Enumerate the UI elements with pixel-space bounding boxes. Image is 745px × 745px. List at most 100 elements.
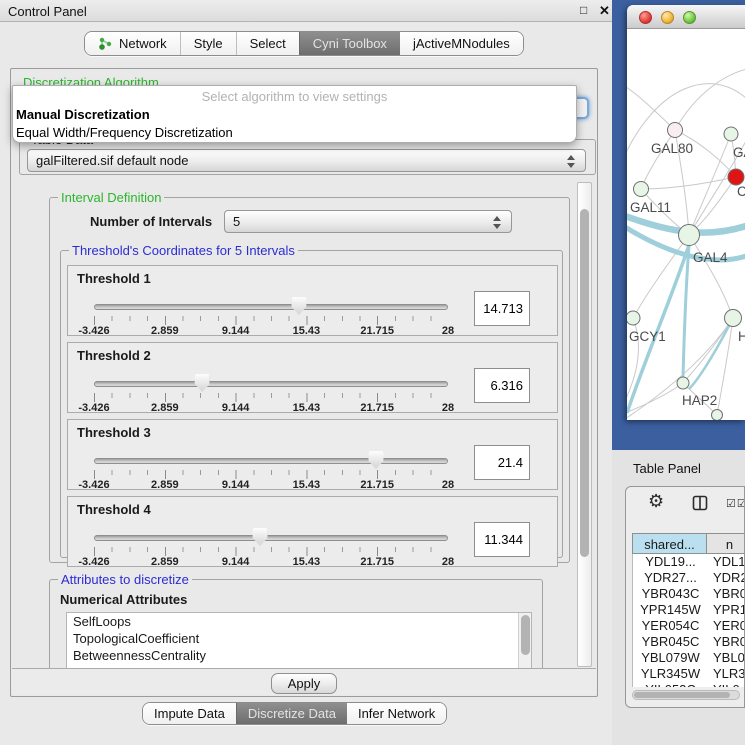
settings-vertical-scrollbar[interactable] bbox=[577, 182, 592, 667]
tab-impute-data[interactable]: Impute Data bbox=[143, 703, 236, 724]
tab-style[interactable]: Style bbox=[180, 32, 236, 55]
column-header-name[interactable]: n bbox=[707, 533, 745, 554]
tab-jactivemnodules[interactable]: jActiveMNodules bbox=[400, 32, 523, 55]
algorithm-option-equal-width[interactable]: Equal Width/Frequency Discretization bbox=[13, 124, 576, 142]
number-of-intervals-combobox[interactable]: 5 bbox=[224, 210, 512, 233]
algorithm-option-manual[interactable]: Manual Discretization bbox=[13, 106, 576, 124]
threshold-4-slider[interactable]: -3.426 2.859 9.144 15.43 21.715 28 bbox=[90, 523, 452, 567]
close-traffic-light[interactable] bbox=[639, 11, 652, 24]
svg-text:C: C bbox=[737, 184, 745, 199]
node-gal11[interactable] bbox=[634, 182, 649, 197]
slider-scale: -3.426 2.859 9.144 15.43 21.715 28 bbox=[94, 316, 448, 336]
apply-row: Apply bbox=[12, 668, 596, 695]
slider-thumb[interactable] bbox=[253, 528, 268, 546]
slider-scale: -3.426 2.859 9.144 15.43 21.715 28 bbox=[94, 393, 448, 413]
slider-track[interactable] bbox=[94, 304, 448, 310]
control-panel-tabs: Network Style Select Cyni Toolbox jActiv… bbox=[84, 31, 524, 56]
svg-text:GAL4: GAL4 bbox=[693, 250, 728, 265]
table-row[interactable]: YBR045CYBR0 bbox=[633, 634, 745, 650]
threshold-1-card: Threshold 1 -3.426 2.859 9.144 15.43 21.… bbox=[67, 265, 558, 336]
close-icon[interactable]: ✕ bbox=[599, 3, 613, 18]
discretization-algorithm-box: Discretization Algorithm Table Data galF… bbox=[10, 68, 598, 697]
apply-button[interactable]: Apply bbox=[271, 673, 337, 694]
checkbox-filter-icons[interactable]: ☑☑ bbox=[726, 497, 745, 510]
table-row[interactable]: YDL19...YDL1 bbox=[633, 554, 745, 570]
table-header: shared... n bbox=[632, 533, 745, 554]
list-scrollbar[interactable] bbox=[518, 613, 531, 668]
threshold-2-value-field[interactable]: 6.316 bbox=[474, 368, 530, 403]
threshold-1-slider[interactable]: -3.426 2.859 9.144 15.43 21.715 28 bbox=[90, 292, 452, 336]
algorithm-dropdown-popup: Select algorithm to view settings Manual… bbox=[12, 85, 577, 143]
scrollbar-thumb[interactable] bbox=[634, 692, 730, 698]
threshold-2-card: Threshold 2 -3.426 2.859 9.144 15.43 21.… bbox=[67, 342, 558, 413]
minimize-traffic-light[interactable] bbox=[661, 11, 674, 24]
thresholds-title: Threshold's Coordinates for 5 Intervals bbox=[69, 243, 298, 258]
slider-thumb[interactable] bbox=[291, 297, 306, 315]
threshold-4-value-field[interactable]: 11.344 bbox=[474, 522, 530, 557]
svg-text:HAP2: HAP2 bbox=[682, 393, 717, 408]
attributes-group: Attributes to discretize Numerical Attri… bbox=[49, 579, 543, 668]
threshold-4-card: Threshold 4 -3.426 2.859 9.144 15.43 21.… bbox=[67, 496, 558, 567]
threshold-3-slider[interactable]: -3.426 2.859 9.144 15.43 21.715 28 bbox=[90, 446, 452, 490]
table-row[interactable]: YPR145WYPR1 bbox=[633, 602, 745, 618]
table-row[interactable]: YIL052CYIL0 bbox=[633, 682, 745, 687]
table-panel: Table Panel ⚙ ☑☑ shared... n YDL19...YDL… bbox=[612, 450, 745, 745]
table-data-value: galFiltered.sif default node bbox=[36, 153, 188, 168]
node-selected-red[interactable] bbox=[728, 169, 744, 185]
tab-cyni-toolbox[interactable]: Cyni Toolbox bbox=[299, 32, 400, 55]
slider-scale: -3.426 2.859 9.144 15.43 21.715 28 bbox=[94, 470, 448, 490]
list-item[interactable]: SelfLoops bbox=[67, 613, 531, 630]
svg-text:GAL11: GAL11 bbox=[630, 200, 671, 215]
scrollbar-thumb[interactable] bbox=[580, 209, 589, 557]
node-gal80[interactable] bbox=[668, 123, 683, 138]
panel-title: Control Panel bbox=[8, 4, 87, 19]
network-graph-icon bbox=[98, 36, 113, 51]
table-row[interactable]: YER054CYER0 bbox=[633, 618, 745, 634]
network-canvas[interactable]: GAL80 GA C GAL11 GAL4 GCY1 H HAP2 bbox=[627, 29, 745, 420]
settings-scroll-area: Interval Definition Number of Intervals … bbox=[15, 181, 571, 668]
table-data-group: Table Data galFiltered.sif default node bbox=[19, 139, 596, 175]
number-of-intervals-label: Number of Intervals bbox=[90, 214, 212, 229]
list-item[interactable]: BetweennessCentrality bbox=[67, 647, 531, 664]
slider-track[interactable] bbox=[94, 458, 448, 464]
tab-discretize-data[interactable]: Discretize Data bbox=[236, 703, 347, 724]
list-item[interactable]: TopologicalCoefficient bbox=[67, 630, 531, 647]
slider-track[interactable] bbox=[94, 535, 448, 541]
table-row[interactable]: YBR043CYBR0 bbox=[633, 586, 745, 602]
network-graph: GAL80 GA C GAL11 GAL4 GCY1 H HAP2 bbox=[627, 29, 745, 420]
slider-track[interactable] bbox=[94, 381, 448, 387]
desktop-background: GAL80 GA C GAL11 GAL4 GCY1 H HAP2 bbox=[612, 0, 745, 450]
table-data-combobox[interactable]: galFiltered.sif default node bbox=[27, 149, 586, 172]
network-window-titlebar[interactable] bbox=[627, 5, 745, 29]
control-panel: Control Panel □ ✕ Network Style Select C… bbox=[0, 0, 612, 745]
slider-scale: -3.426 2.859 9.144 15.43 21.715 28 bbox=[94, 547, 448, 567]
node-gal4[interactable] bbox=[679, 225, 700, 246]
node-gcy1[interactable] bbox=[627, 311, 640, 325]
tab-select[interactable]: Select bbox=[236, 32, 299, 55]
column-layout-icon[interactable] bbox=[692, 495, 708, 511]
threshold-3-value-field[interactable]: 21.4 bbox=[474, 445, 530, 480]
tab-infer-network[interactable]: Infer Network bbox=[347, 703, 446, 724]
tab-network[interactable]: Network bbox=[85, 32, 180, 55]
cyni-mode-tabs: Impute Data Discretize Data Infer Networ… bbox=[142, 702, 447, 725]
threshold-2-slider[interactable]: -3.426 2.859 9.144 15.43 21.715 28 bbox=[90, 369, 452, 413]
network-view-window: GAL80 GA C GAL11 GAL4 GCY1 H HAP2 bbox=[627, 5, 745, 420]
zoom-traffic-light[interactable] bbox=[683, 11, 696, 24]
float-window-icon[interactable]: □ bbox=[580, 3, 593, 18]
node[interactable] bbox=[724, 127, 738, 141]
slider-thumb[interactable] bbox=[368, 451, 383, 469]
table-row[interactable]: YBL079WYBL0 bbox=[633, 650, 745, 666]
slider-thumb[interactable] bbox=[195, 374, 210, 392]
node[interactable] bbox=[725, 310, 742, 327]
gear-icon[interactable]: ⚙ bbox=[648, 491, 664, 512]
number-of-intervals-value: 5 bbox=[233, 214, 240, 229]
node-hap2[interactable] bbox=[677, 377, 689, 389]
table-horizontal-scrollbar[interactable] bbox=[632, 690, 740, 700]
column-header-shared-name[interactable]: shared... bbox=[632, 533, 707, 554]
threshold-3-card: Threshold 3 -3.426 2.859 9.144 15.43 21.… bbox=[67, 419, 558, 490]
table-row[interactable]: YLR345WYLR3 bbox=[633, 666, 745, 682]
algorithm-prompt: Select algorithm to view settings bbox=[13, 88, 576, 106]
threshold-1-value-field[interactable]: 14.713 bbox=[474, 291, 530, 326]
table-row[interactable]: YDR27...YDR2 bbox=[633, 570, 745, 586]
node[interactable] bbox=[712, 410, 723, 421]
